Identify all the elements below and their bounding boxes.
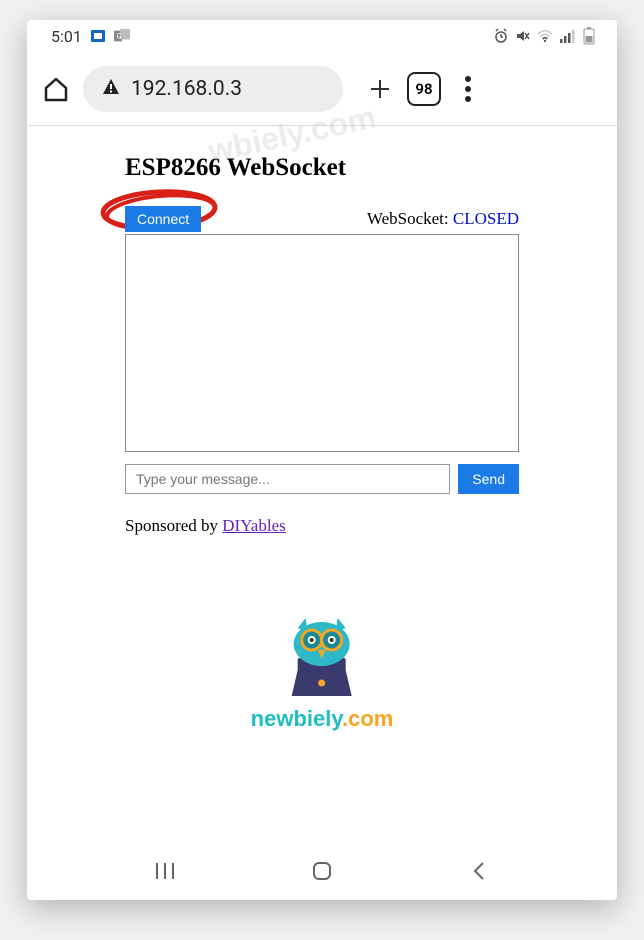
page-title: ESP8266 WebSocket <box>125 154 519 182</box>
brand-name: newbiely <box>251 706 342 731</box>
recents-button[interactable] <box>145 851 185 891</box>
back-button[interactable] <box>459 851 499 891</box>
status-bar-right <box>493 28 597 44</box>
input-row: Send <box>125 464 519 494</box>
insecure-icon <box>101 77 121 101</box>
new-tab-button[interactable] <box>365 74 395 104</box>
browser-chrome: 192.168.0.3 98 <box>27 52 617 126</box>
home-nav-button[interactable] <box>302 851 342 891</box>
android-nav-bar <box>27 842 617 900</box>
owl-logo <box>274 608 370 698</box>
message-log <box>125 234 519 452</box>
mute-icon <box>515 28 531 44</box>
address-bar[interactable]: 192.168.0.3 <box>83 66 343 112</box>
alarm-icon <box>493 28 509 44</box>
home-button[interactable] <box>41 74 71 104</box>
ws-status-value: CLOSED <box>453 209 519 228</box>
brand-suffix: .com <box>342 706 393 731</box>
wifi-icon <box>537 28 553 44</box>
signal-icon <box>559 28 575 44</box>
svg-text:G: G <box>117 32 122 41</box>
message-input[interactable] <box>125 464 450 494</box>
menu-button[interactable] <box>453 76 483 102</box>
controls-row: Connect WebSocket: CLOSED <box>125 206 519 232</box>
status-bar: 5:01 G <box>27 20 617 52</box>
battery-icon <box>581 28 597 44</box>
page-content: wbiely.com ESP8266 WebSocket Connect Web… <box>27 126 617 842</box>
send-button[interactable]: Send <box>458 464 519 494</box>
url-text: 192.168.0.3 <box>131 77 242 101</box>
phone-frame: 5:01 G <box>27 20 617 900</box>
brand-logo-area: newbiely.com <box>251 608 394 732</box>
brand-text: newbiely.com <box>251 706 394 732</box>
sponsor-link[interactable]: DIYables <box>222 516 285 535</box>
websocket-status: WebSocket: CLOSED <box>367 209 519 229</box>
status-bar-left: 5:01 G <box>51 27 130 46</box>
translate-icon: G <box>114 28 130 44</box>
tab-count-button[interactable]: 98 <box>407 72 441 106</box>
app-icon-1 <box>90 28 106 44</box>
tab-count-value: 98 <box>415 80 432 98</box>
status-time: 5:01 <box>51 27 82 46</box>
connect-button[interactable]: Connect <box>125 206 201 232</box>
sponsor-label: Sponsored by <box>125 516 222 535</box>
ws-status-label: WebSocket: <box>367 209 453 228</box>
sponsor-text: Sponsored by DIYables <box>125 516 519 536</box>
